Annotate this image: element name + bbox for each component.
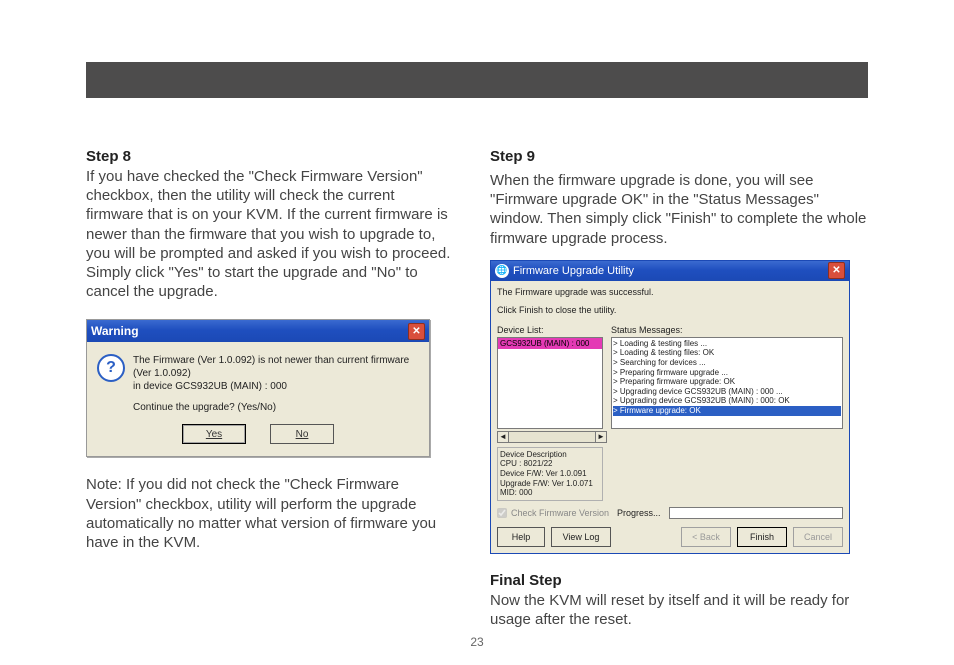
status-line-selected: > Firmware upgrade: OK <box>613 406 841 416</box>
scroll-right-icon[interactable]: ► <box>595 431 607 443</box>
viewlog-button[interactable]: View Log <box>551 527 611 547</box>
device-list[interactable]: GCS932UB (MAIN) : 000 <box>497 337 603 429</box>
header-bar <box>86 62 868 98</box>
fwu-button-row: Help View Log < Back Finish Cancel <box>497 527 843 547</box>
status-line: > Loading & testing files: OK <box>613 348 841 358</box>
warning-title: Warning <box>91 324 408 338</box>
status-line: > Upgrading device GCS932UB (MAIN) : 000… <box>613 387 841 397</box>
scroll-left-icon[interactable]: ◄ <box>497 431 509 443</box>
app-icon: 🌐 <box>495 264 509 278</box>
help-button[interactable]: Help <box>497 527 545 547</box>
status-line: > Searching for devices ... <box>613 358 841 368</box>
step8-note: Note: If you did not check the "Check Fi… <box>86 475 456 552</box>
devdesc-cpu: CPU : 8021/22 <box>500 459 600 469</box>
warning-line1: The Firmware (Ver 1.0.092) is not newer … <box>133 354 419 380</box>
warning-line3: Continue the upgrade? (Yes/No) <box>133 401 419 414</box>
left-column: Step 8 If you have checked the "Check Fi… <box>86 148 456 552</box>
status-line: > Preparing firmware upgrade ... <box>613 368 841 378</box>
status-messages[interactable]: > Loading & testing files ... > Loading … <box>611 337 843 429</box>
devdesc-heading: Device Description <box>500 450 600 460</box>
check-firmware-label: Check Firmware Version <box>511 508 609 518</box>
finish-button[interactable]: Finish <box>737 527 787 547</box>
status-line: > Upgrading device GCS932UB (MAIN) : 000… <box>613 396 841 406</box>
final-step-body: Now the KVM will reset by itself and it … <box>490 591 868 629</box>
close-icon[interactable]: ✕ <box>408 323 425 340</box>
devdesc-fw: Device F/W: Ver 1.0.091 <box>500 469 600 479</box>
device-list-item-selected[interactable]: GCS932UB (MAIN) : 000 <box>498 338 602 349</box>
step9-body: When the firmware upgrade is done, you w… <box>490 171 868 248</box>
device-description: Device Description CPU : 8021/22 Device … <box>497 447 603 501</box>
fwu-instruction-line: Click Finish to close the utility. <box>497 305 843 315</box>
fwu-body: The Firmware upgrade was successful. Cli… <box>491 281 849 553</box>
progress-label: Progress... <box>617 508 661 518</box>
device-list-scrollbar[interactable]: ◄ ► <box>497 431 607 443</box>
step8-body: If you have checked the "Check Firmware … <box>86 167 456 301</box>
devdesc-mid: MID: 000 <box>500 488 600 498</box>
warning-message: The Firmware (Ver 1.0.092) is not newer … <box>133 354 419 414</box>
final-step-heading: Final Step <box>490 572 868 589</box>
fwu-titlebar: 🌐 Firmware Upgrade Utility ✕ <box>491 261 849 281</box>
close-icon[interactable]: ✕ <box>828 262 845 279</box>
check-firmware-checkbox <box>497 508 507 518</box>
right-column: Step 9 When the firmware upgrade is done… <box>490 148 868 629</box>
warning-body: ? The Firmware (Ver 1.0.092) is not newe… <box>87 342 429 424</box>
devdesc-upgrade: Upgrade F/W: Ver 1.0.071 <box>500 479 600 489</box>
device-list-label: Device List: <box>497 325 607 335</box>
no-button[interactable]: No <box>270 424 334 444</box>
warning-dialog: Warning ✕ ? The Firmware (Ver 1.0.092) i… <box>86 319 430 457</box>
progress-bar <box>669 507 843 519</box>
fwu-title: Firmware Upgrade Utility <box>513 265 828 277</box>
step9-heading: Step 9 <box>490 148 868 165</box>
yes-button[interactable]: Yes <box>182 424 246 444</box>
warning-button-row: Yes No <box>87 424 429 456</box>
page-number: 23 <box>0 635 954 649</box>
step8-heading: Step 8 <box>86 148 456 165</box>
back-button: < Back <box>681 527 731 547</box>
question-icon: ? <box>97 354 125 382</box>
check-firmware-row: Check Firmware Version Progress... <box>497 507 843 519</box>
status-line: > Preparing firmware upgrade: OK <box>613 377 841 387</box>
scroll-track[interactable] <box>509 431 595 443</box>
status-line: > Loading & testing files ... <box>613 339 841 349</box>
warning-line2: in device GCS932UB (MAIN) : 000 <box>133 380 419 393</box>
cancel-button: Cancel <box>793 527 843 547</box>
fwu-success-line: The Firmware upgrade was successful. <box>497 287 843 297</box>
firmware-upgrade-window: 🌐 Firmware Upgrade Utility ✕ The Firmwar… <box>490 260 850 554</box>
status-messages-label: Status Messages: <box>611 325 843 335</box>
warning-titlebar: Warning ✕ <box>87 320 429 342</box>
